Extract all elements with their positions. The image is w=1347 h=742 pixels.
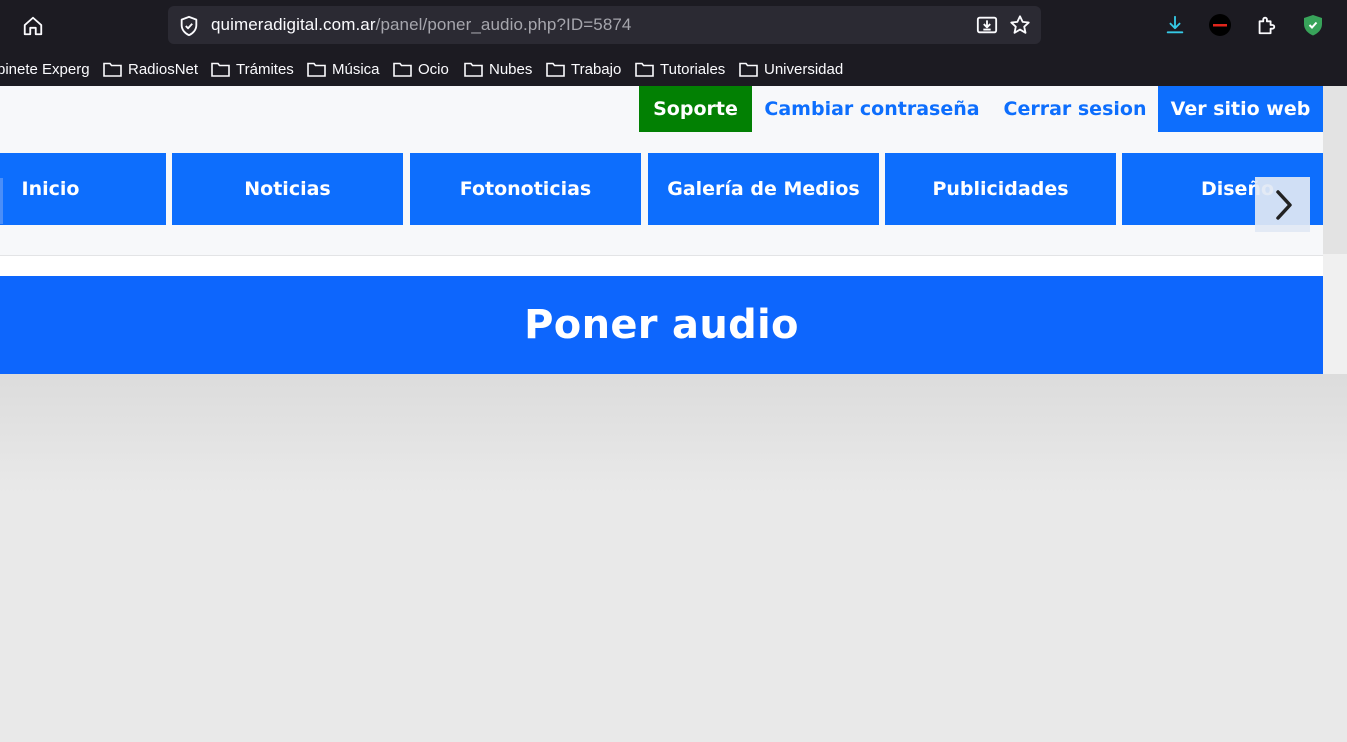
bookmark-label: Trabajo <box>571 60 622 78</box>
bookmark-folder[interactable]: Ocio <box>393 56 449 82</box>
view-site-button[interactable]: Ver sitio web <box>1158 86 1323 132</box>
extensions-puzzle-icon[interactable] <box>1253 12 1279 38</box>
nav-item-noticias[interactable]: Noticias <box>172 153 403 225</box>
page-content: Soporte Cambiar contraseña Cerrar sesion… <box>0 86 1323 374</box>
experg-extension-icon[interactable] <box>1207 12 1233 38</box>
nav-item-publicidades[interactable]: Publicidades <box>885 153 1116 225</box>
chevron-right-icon <box>1275 189 1292 220</box>
url-path: /panel/poner_audio.php?ID=5874 <box>375 15 632 34</box>
empty-page-area <box>0 374 1347 742</box>
change-password-link[interactable]: Cambiar contraseña <box>760 86 984 132</box>
nav-next-button[interactable] <box>1255 177 1310 232</box>
admin-header: Soporte Cambiar contraseña Cerrar sesion… <box>0 86 1323 256</box>
logout-link[interactable]: Cerrar sesion <box>1000 86 1150 132</box>
bookmark-label: Música <box>332 60 380 78</box>
folder-icon <box>103 62 122 77</box>
bookmark-folder[interactable]: RadiosNet <box>103 56 198 82</box>
url-text: quimeradigital.com.ar/panel/poner_audio.… <box>211 15 631 35</box>
nav-item-galeria[interactable]: Galería de Medios <box>648 153 879 225</box>
page-title-banner: Poner audio <box>0 276 1323 374</box>
nav-item-fotonoticias[interactable]: Fotonoticias <box>410 153 641 225</box>
bookmark-label: RadiosNet <box>128 60 199 78</box>
folder-icon <box>464 62 483 77</box>
download-icon[interactable] <box>1162 12 1188 38</box>
folder-icon <box>211 62 230 77</box>
bookmark-item[interactable]: binete Experg <box>0 56 90 82</box>
install-page-icon[interactable] <box>976 14 998 36</box>
support-button[interactable]: Soporte <box>639 86 752 132</box>
nav-item-inicio[interactable]: Inicio <box>0 153 166 225</box>
bookmark-folder[interactable]: Trámites <box>211 56 294 82</box>
bookmark-label: binete Experg <box>0 60 90 78</box>
scrollbar-thumb[interactable] <box>1323 86 1347 254</box>
address-bar[interactable]: quimeradigital.com.ar/panel/poner_audio.… <box>168 6 1041 44</box>
bookmark-folder[interactable]: Trabajo <box>546 56 621 82</box>
browser-chrome: quimeradigital.com.ar/panel/poner_audio.… <box>0 0 1347 86</box>
folder-icon <box>635 62 654 77</box>
bookmark-label: Universidad <box>764 60 844 78</box>
bookmark-label: Trámites <box>236 60 294 78</box>
shield-check-icon[interactable] <box>178 15 200 37</box>
page-scrollbar[interactable] <box>1323 86 1347 374</box>
folder-icon <box>546 62 565 77</box>
folder-icon <box>739 62 758 77</box>
bookmark-label: Nubes <box>489 60 533 78</box>
bookmark-folder[interactable]: Nubes <box>464 56 532 82</box>
nav-scroll-indicator <box>0 178 3 224</box>
bookmark-folder[interactable]: Universidad <box>739 56 843 82</box>
url-domain: quimeradigital.com.ar <box>211 15 376 34</box>
home-icon[interactable] <box>16 9 50 43</box>
folder-icon <box>307 62 326 77</box>
bookmarks-toolbar: binete Experg RadiosNet Trámites Música … <box>0 56 1347 82</box>
page-title: Poner audio <box>524 302 799 348</box>
bookmark-label: Tutoriales <box>660 60 726 78</box>
bookmark-folder[interactable]: Música <box>307 56 380 82</box>
bookmark-star-icon[interactable] <box>1009 14 1031 36</box>
bookmark-folder[interactable]: Tutoriales <box>635 56 725 82</box>
folder-icon <box>393 62 412 77</box>
main-nav: Inicio Noticias Fotonoticias Galería de … <box>0 153 1323 225</box>
vpn-shield-icon[interactable] <box>1300 12 1326 38</box>
bookmark-label: Ocio <box>418 60 449 78</box>
